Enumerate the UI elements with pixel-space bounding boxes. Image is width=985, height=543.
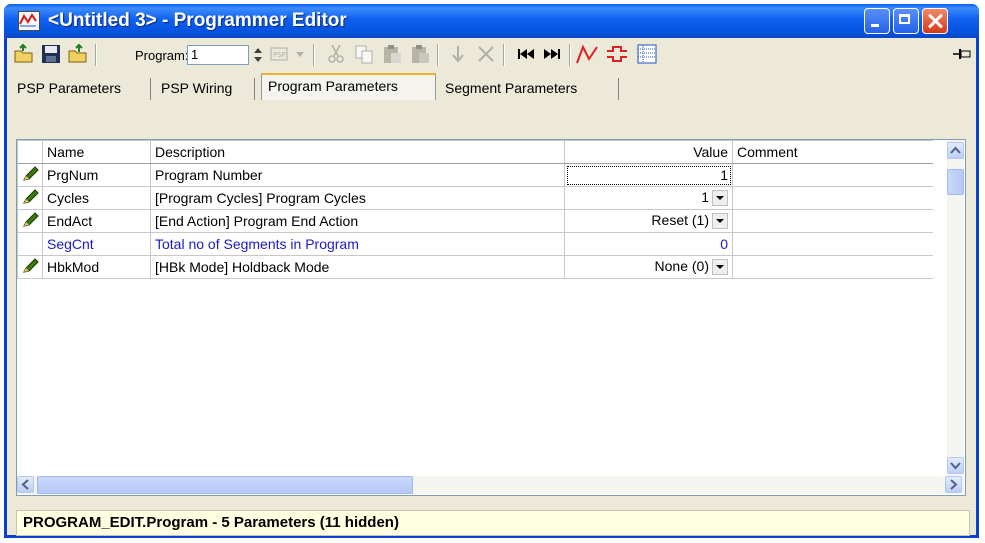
row-value: 1 [720, 167, 728, 183]
toolbar-separator [95, 44, 97, 66]
close-button[interactable] [922, 8, 948, 34]
row-name: EndAct [42, 209, 151, 233]
table-row[interactable]: HbkMod [HBk Mode] Holdback Mode None (0) [17, 255, 933, 279]
row-comment[interactable] [732, 255, 933, 279]
wiring-view-icon[interactable] [605, 43, 631, 65]
delete-icon[interactable] [475, 43, 497, 65]
row-description: [Program Cycles] Program Cycles [150, 186, 565, 210]
row-name: SegCnt [42, 232, 151, 256]
scroll-up-button[interactable] [947, 142, 964, 159]
table-header-row: Name Description Value Comment [17, 140, 933, 164]
row-comment[interactable] [732, 186, 933, 210]
tab-segment-parameters[interactable]: Segment Parameters [439, 78, 619, 100]
table-row[interactable]: PrgNum Program Number 1 [17, 163, 933, 187]
column-header-value[interactable]: Value [564, 140, 733, 164]
row-name: PrgNum [42, 163, 151, 187]
paste-icon[interactable] [381, 43, 403, 65]
open-folder-icon[interactable] [13, 43, 35, 65]
graph-view-icon[interactable] [575, 43, 601, 65]
dropdown-arrow-icon[interactable] [712, 212, 728, 229]
cut-icon[interactable] [325, 43, 347, 65]
scroll-left-button[interactable] [17, 476, 34, 493]
horizontal-scroll-thumb[interactable] [37, 476, 413, 494]
vertical-scrollbar[interactable] [947, 140, 964, 476]
row-value-input[interactable]: 1 [564, 163, 733, 187]
programmer-editor-window: <Untitled 3> - Programmer Editor Program… [4, 4, 979, 538]
maximize-button[interactable] [893, 8, 919, 34]
toolbar-separator [503, 44, 505, 66]
column-header-name[interactable]: Name [42, 140, 151, 164]
title-bar[interactable]: <Untitled 3> - Programmer Editor [4, 4, 979, 38]
program-number-input[interactable]: 1 [187, 45, 249, 65]
row-value: 0 [720, 236, 728, 252]
row-value-select[interactable]: 1 [564, 186, 733, 210]
pencil-icon [17, 255, 43, 279]
tab-program-parameters[interactable]: Program Parameters [261, 73, 436, 100]
row-description: Program Number [150, 163, 565, 187]
edit-indicator-header [17, 140, 43, 164]
row-name: Cycles [42, 186, 151, 210]
row-description: [End Action] Program End Action [150, 209, 565, 233]
pencil-icon [17, 209, 43, 233]
row-comment[interactable] [732, 163, 933, 187]
row-value: Reset (1) [651, 212, 709, 229]
dropdown-arrow-icon[interactable] [712, 189, 728, 206]
row-name: HbkMod [42, 255, 151, 279]
column-header-comment[interactable]: Comment [732, 140, 933, 164]
row-value-readonly: 0 [564, 232, 733, 256]
edit-indicator-empty [17, 232, 43, 256]
row-value-select[interactable]: Reset (1) [564, 209, 733, 233]
minimize-button[interactable] [864, 8, 890, 34]
row-value-select[interactable]: None (0) [564, 255, 733, 279]
pin-icon[interactable] [951, 43, 973, 65]
save-icon[interactable] [40, 43, 62, 65]
table-view-icon[interactable] [635, 43, 661, 65]
dropdown-arrow-icon[interactable] [712, 258, 728, 275]
grip-icon [103, 43, 111, 65]
table-row[interactable]: Cycles [Program Cycles] Program Cycles 1 [17, 186, 933, 210]
vertical-scroll-thumb[interactable] [947, 169, 964, 195]
row-comment[interactable] [732, 209, 933, 233]
row-value: 1 [701, 189, 709, 206]
pencil-icon [17, 163, 43, 187]
window-title: <Untitled 3> - Programmer Editor [48, 10, 347, 31]
program-label: Program: [135, 48, 189, 63]
toolbar-separator [569, 44, 571, 66]
status-bar: PROGRAM_EDIT.Program - 5 Parameters (11 … [16, 510, 970, 536]
program-spin-buttons[interactable] [251, 44, 265, 66]
last-segment-icon[interactable] [541, 43, 563, 65]
copy-icon[interactable] [353, 43, 375, 65]
open-program-icon[interactable] [67, 43, 89, 65]
scroll-down-button[interactable] [947, 457, 964, 474]
scroll-right-button[interactable] [945, 476, 962, 493]
insert-icon[interactable] [447, 43, 469, 65]
first-segment-icon[interactable] [515, 43, 537, 65]
program-select-icon[interactable]: PSP [269, 43, 291, 65]
row-description: [HBk Mode] Holdback Mode [150, 255, 565, 279]
toolbar-separator [313, 44, 315, 66]
chevron-down-icon[interactable] [293, 43, 307, 65]
tab-psp-wiring[interactable]: PSP Wiring [155, 78, 255, 100]
parameter-table: Name Description Value Comment PrgNum Pr… [17, 140, 933, 279]
toolbar-separator [437, 44, 439, 66]
row-comment[interactable] [732, 232, 933, 256]
app-icon [18, 11, 40, 31]
horizontal-scrollbar[interactable] [17, 476, 964, 494]
svg-text:PSP: PSP [273, 51, 286, 59]
pencil-icon [17, 186, 43, 210]
table-row[interactable]: EndAct [End Action] Program End Action R… [17, 209, 933, 233]
tab-psp-parameters[interactable]: PSP Parameters [11, 78, 151, 100]
row-value: None (0) [654, 258, 709, 275]
column-header-description[interactable]: Description [150, 140, 565, 164]
tab-strip: PSP Parameters PSP Wiring Program Parame… [7, 72, 976, 100]
toolbar: Program: 1 PSP [7, 38, 976, 72]
row-description: Total no of Segments in Program [150, 232, 565, 256]
paste-special-icon[interactable] [409, 43, 431, 65]
table-row[interactable]: SegCnt Total no of Segments in Program 0 [17, 232, 933, 256]
